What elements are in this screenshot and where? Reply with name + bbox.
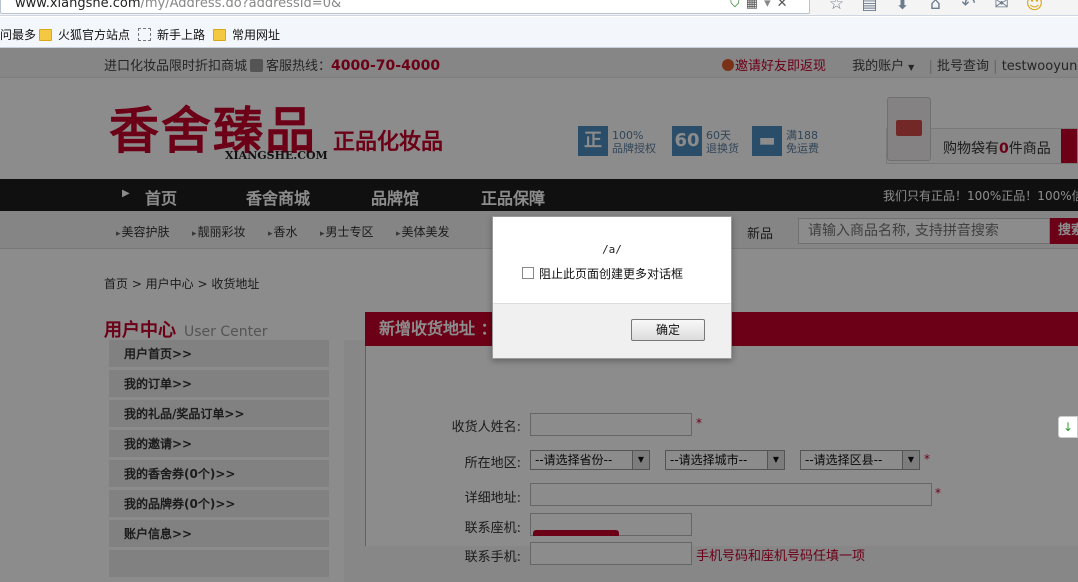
scroll-down-icon[interactable]: ↓ [1058,416,1078,438]
home-icon[interactable]: ⌂ [919,0,952,14]
download-icon[interactable]: ⬇ [886,0,919,14]
chat-icon[interactable]: ✉ [985,0,1018,14]
bookmarks-bar: 问最多 火狐官方站点 新手上路 常用网址 [0,17,1078,48]
close-icon[interactable]: ✕ [777,0,788,11]
alert-dialog: /a/ 阻止此页面创建更多对话框 确定 [492,216,732,359]
shield-icon[interactable]: ⛉ [730,0,740,11]
bookmark-label: 新手上路 [157,28,206,42]
bookmark-firefox-site[interactable]: 火狐官方站点 [39,26,130,43]
suppress-label: 阻止此页面创建更多对话框 [539,267,684,281]
browser-toolbar: www.xiangshe.com/my/Address.do?addressId… [0,0,1078,16]
ok-button[interactable]: 确定 [631,319,705,341]
bookmark-label: 火狐官方站点 [58,28,131,42]
page-icon [138,28,151,41]
smiley-icon[interactable]: ☺ [1018,0,1051,14]
browser-toolbar-icons: ☆ ▤ ⬇ ⌂ ↶ ✉ ☺ [820,0,1051,14]
suppress-checkbox[interactable] [522,267,534,279]
url-field[interactable]: www.xiangshe.com/my/Address.do?addressId… [0,0,810,14]
bookmark-getting-started[interactable]: 新手上路 [138,26,205,43]
bookmark-most-visited[interactable]: 问最多 [0,26,36,43]
dialog-message: /a/ [602,243,622,256]
dialog-footer: 确定 [493,303,731,358]
suppress-dialogs-option[interactable]: 阻止此页面创建更多对话框 [522,265,683,282]
url-host: www.xiangshe.com [15,0,141,11]
url-path: /my/Address.do?addressId=0& [140,0,342,11]
bookmark-label: 常用网址 [232,28,281,42]
folder-icon [39,29,52,41]
url-bar-icons: ⛉ ▦ ▾ ✕ [730,0,794,11]
qr-code-icon[interactable]: ▦ [746,0,758,11]
dropdown-icon[interactable]: ▾ [764,0,771,11]
bookmark-common-sites[interactable]: 常用网址 [213,26,280,43]
bookmark-star-icon[interactable]: ☆ [820,0,853,14]
undo-icon[interactable]: ↶ [952,0,985,14]
folder-icon [213,29,226,41]
bookmarks-list-icon[interactable]: ▤ [853,0,886,14]
